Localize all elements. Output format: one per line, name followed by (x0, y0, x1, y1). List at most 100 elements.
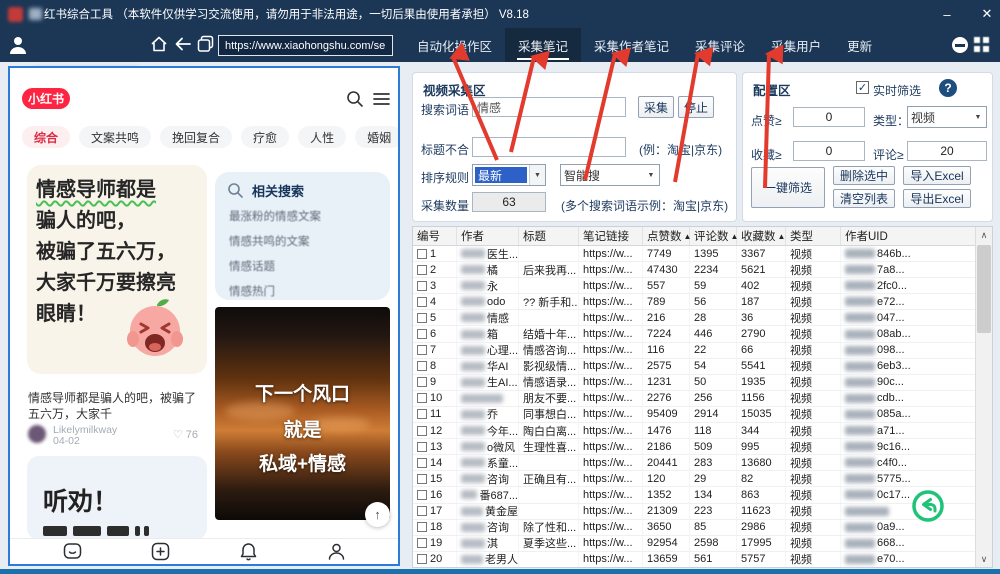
row-checkbox[interactable] (417, 506, 427, 517)
search-mode-select[interactable]: 智能搜 ▼ (560, 164, 660, 186)
column-header-6[interactable]: 收藏数 ▲ (737, 227, 786, 245)
column-header-3[interactable]: 笔记链接 (579, 227, 643, 245)
scroll-down-icon[interactable]: ∨ (976, 551, 992, 567)
circle-minus-icon[interactable] (952, 37, 968, 53)
row-checkbox[interactable] (417, 264, 427, 275)
favs-min-input[interactable]: 0 (793, 141, 865, 161)
nav-tab-3[interactable]: 采集评论 (682, 28, 758, 62)
table-row-4[interactable]: 4 odo?? 新手和... https://w... 789 56 187 视频 e72..… (413, 294, 975, 311)
nav-tab-4[interactable]: 采集用户 (758, 28, 834, 62)
clear-list-button[interactable]: 清空列表 (833, 189, 895, 208)
category-tab-5[interactable]: 婚姻 (355, 126, 398, 148)
table-row-11[interactable]: 11 乔同事想白... https://w... 95409 2914 15035 视频 08… (413, 406, 975, 424)
table-row-20[interactable]: 20 老男人 https://w... 13659 561 5757 视频 e70... (413, 551, 975, 567)
like-count[interactable]: ♡ 76 (173, 428, 198, 441)
scrollbar-thumb[interactable] (977, 245, 991, 333)
post-card-3[interactable]: 听劝！ (27, 456, 207, 540)
column-header-2[interactable]: 标题 (519, 227, 579, 245)
profile-icon[interactable] (327, 542, 346, 561)
row-checkbox[interactable] (417, 377, 427, 388)
related-search-item-1[interactable]: 情感共鸣的文案 (229, 233, 310, 249)
likes-min-input[interactable]: 0 (793, 107, 865, 127)
export-excel-button[interactable]: 导出Excel (903, 189, 971, 208)
url-bar[interactable]: https://www.xiaohongshu.com/se (218, 35, 393, 56)
nav-tab-1[interactable]: 采集笔记 (505, 28, 582, 62)
row-checkbox[interactable] (417, 345, 427, 356)
row-checkbox[interactable] (417, 554, 427, 565)
back-icon[interactable] (173, 35, 193, 53)
table-row-16[interactable]: 16 番687... https://w... 1352 134 863 视频 0c17... (413, 487, 975, 504)
nav-tab-5[interactable]: 更新 (834, 28, 885, 62)
post-card-1[interactable]: 情感导师都是 骗人的吧， 被骗了五六万， 大家千万要擦亮 眼睛！ (27, 165, 207, 374)
table-row-9[interactable]: 9 生AI... 情感语录... https://w... 1231 50 1935 视频 90… (413, 374, 975, 391)
nav-tab-0[interactable]: 自动化操作区 (404, 28, 505, 62)
table-row-8[interactable]: 8 华AI 影视级情... https://w... 2575 54 5541 视频 6eb3.… (413, 358, 975, 375)
one-click-filter-button[interactable]: 一键筛选 (751, 167, 825, 208)
title-exclude-input[interactable] (472, 137, 626, 157)
row-checkbox[interactable] (417, 457, 427, 468)
row-checkbox[interactable] (417, 538, 427, 549)
help-icon[interactable]: ? (939, 79, 957, 97)
realtime-filter-checkbox[interactable]: ✓ (856, 81, 869, 94)
stop-button[interactable]: 停止 (678, 96, 714, 118)
column-header-1[interactable]: 作者 (457, 227, 519, 245)
green-back-float-icon[interactable] (911, 489, 945, 523)
sort-select[interactable]: 最新 ▼ (472, 164, 546, 186)
category-tab-1[interactable]: 文案共鸣 (79, 126, 152, 148)
table-row-19[interactable]: 19 淇夏季这些... https://w... 92954 2598 17995 视频 66… (413, 535, 975, 552)
category-tab-2[interactable]: 挽回复合 (160, 126, 233, 148)
collect-button[interactable]: 采集 (638, 96, 674, 118)
category-tab-0[interactable]: 综合 (22, 126, 71, 148)
comments-min-input[interactable]: 20 (907, 141, 987, 161)
table-row-12[interactable]: 12 今年... 陶白白离... https://w... 1476 118 344 视频 a7… (413, 423, 975, 440)
related-search-item-0[interactable]: 最涨粉的情感文案 (229, 208, 321, 224)
search-icon[interactable] (346, 90, 364, 108)
delete-selected-button[interactable]: 删除选中 (833, 166, 895, 185)
table-row-2[interactable]: 2 橘后来我再... https://w... 47430 2234 5621 视频 7a8.… (413, 262, 975, 279)
column-header-0[interactable]: 编号 (413, 227, 457, 245)
table-row-14[interactable]: 14 系童... https://w... 20441 283 13680 视频 c4f0..… (413, 455, 975, 472)
create-post-icon[interactable] (151, 542, 170, 561)
menu-icon[interactable] (373, 92, 390, 106)
row-checkbox[interactable] (417, 393, 427, 404)
import-excel-button[interactable]: 导入Excel (903, 166, 971, 185)
type-select[interactable]: 视频 ▼ (907, 106, 987, 128)
row-checkbox[interactable] (417, 473, 427, 484)
row-checkbox[interactable] (417, 489, 427, 500)
row-checkbox[interactable] (417, 296, 427, 307)
table-row-1[interactable]: 1 医生... https://w... 7749 1395 3367 视频 846b... (413, 246, 975, 263)
home-icon[interactable] (150, 35, 168, 53)
related-search-item-3[interactable]: 情感热门 (229, 283, 275, 299)
table-row-7[interactable]: 7 心理... 情感咨询... https://w... 116 22 66 视频 098... (413, 342, 975, 359)
category-tab-3[interactable]: 疗愈 (241, 126, 290, 148)
close-button[interactable]: ✕ (972, 0, 1000, 28)
column-header-5[interactable]: 评论数 ▲ (690, 227, 738, 245)
post-card-2[interactable]: 下一个风口 就是 私域+情感 (215, 307, 390, 520)
table-row-17[interactable]: 17 黄金屋 https://w... 21309 223 11623 视频 (413, 503, 975, 520)
qr-code-icon[interactable] (974, 37, 989, 52)
row-checkbox[interactable] (417, 425, 427, 436)
column-header-8[interactable]: 作者UID (841, 227, 975, 245)
table-row-10[interactable]: 10 朋友不要... https://w... 2276 256 1156 视频 cdb... (413, 390, 975, 407)
category-tab-4[interactable]: 人性 (298, 126, 347, 148)
scroll-up-icon[interactable]: ∧ (976, 227, 992, 243)
table-row-13[interactable]: 13 o微风 生理性喜... https://w... 2186 509 995 视频 9c16… (413, 439, 975, 456)
bell-icon[interactable] (239, 542, 258, 561)
table-row-5[interactable]: 5 情感 https://w... 216 28 36 视频 047... (413, 310, 975, 327)
table-scrollbar[interactable]: ∧ ∨ (975, 227, 992, 567)
table-row-6[interactable]: 6 箱结婚十年... https://w... 7224 446 2790 视频 08ab..… (413, 326, 975, 343)
avatar[interactable] (28, 425, 46, 443)
table-row-15[interactable]: 15 咨询 正确且有... https://w... 120 29 82 视频 5775... (413, 471, 975, 488)
row-checkbox[interactable] (417, 248, 427, 259)
table-row-18[interactable]: 18 咨询 除了性和... https://w... 3650 85 2986 视频 0a9..… (413, 519, 975, 536)
row-checkbox[interactable] (417, 329, 427, 340)
scroll-to-top-button[interactable]: ↑ (365, 502, 390, 527)
search-term-input[interactable]: 情感 (472, 97, 626, 117)
copy-pages-icon[interactable] (197, 35, 214, 53)
row-checkbox[interactable] (417, 441, 427, 452)
table-row-3[interactable]: 3 永 https://w... 557 59 402 视频 2fc0... (413, 278, 975, 295)
column-header-7[interactable]: 类型 (786, 227, 841, 245)
row-checkbox[interactable] (417, 361, 427, 372)
minimize-button[interactable]: – (932, 0, 962, 28)
row-checkbox[interactable] (417, 280, 427, 291)
